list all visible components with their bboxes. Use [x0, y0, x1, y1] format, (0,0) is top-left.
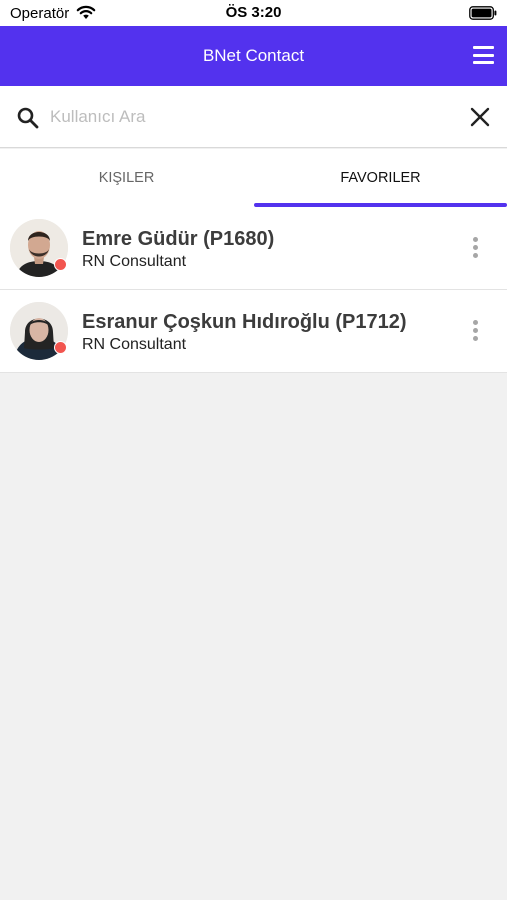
- contact-list: Emre Güdür (P1680) RN Consultant Esranur…: [0, 207, 507, 373]
- status-dot: [54, 341, 67, 354]
- tab-favoriler[interactable]: FAVORILER: [254, 149, 507, 207]
- search-icon: [17, 107, 39, 129]
- status-dot: [54, 258, 67, 271]
- contact-row[interactable]: Esranur Çoşkun Hıdıroğlu (P1712) RN Cons…: [0, 290, 507, 373]
- contact-name: Emre Güdür (P1680): [82, 228, 275, 250]
- app-bar: BNet Contact: [0, 26, 507, 86]
- battery-icon: [469, 6, 497, 20]
- status-bar: Operatör ÖS 3:20: [0, 0, 507, 26]
- more-options-icon[interactable]: [471, 320, 479, 344]
- hamburger-menu-icon[interactable]: [473, 46, 494, 64]
- tab-bar: KIŞILER FAVORILER: [0, 149, 507, 207]
- contact-role: RN Consultant: [82, 253, 187, 270]
- clock-label: ÖS 3:20: [225, 4, 282, 21]
- contact-name: Esranur Çoşkun Hıdıroğlu (P1712): [82, 311, 407, 333]
- tab-kisiler[interactable]: KIŞILER: [0, 149, 253, 207]
- search-bar: [0, 86, 507, 148]
- app-title: BNet Contact: [202, 46, 305, 65]
- close-icon[interactable]: [469, 106, 491, 128]
- contact-role: RN Consultant: [82, 336, 187, 353]
- search-input[interactable]: [50, 104, 450, 130]
- more-options-icon[interactable]: [471, 237, 479, 261]
- contact-row[interactable]: Emre Güdür (P1680) RN Consultant: [0, 207, 507, 290]
